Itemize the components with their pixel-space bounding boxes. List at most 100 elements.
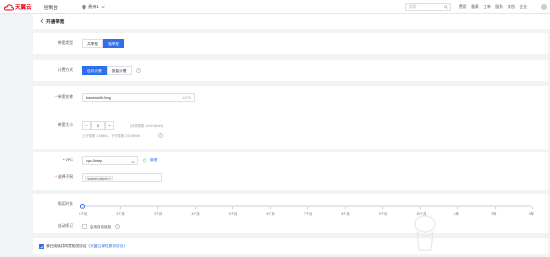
duration-tick-label[interactable]: 8个月	[342, 211, 350, 216]
subnet-tag[interactable]: subnet-shepm ×	[85, 175, 113, 182]
increment-button[interactable]: +	[105, 121, 114, 130]
duration-tick-label[interactable]: 2个月	[117, 211, 125, 216]
avatar[interactable]	[541, 3, 547, 10]
agreement-bar: 我已阅读并同意相关协议《天翼云弹性服务协议》	[33, 237, 548, 254]
duration-tick-label[interactable]: 2年	[492, 211, 497, 216]
duration-tick-mark	[382, 207, 383, 209]
option-dedicated[interactable]: 独享型	[103, 39, 125, 48]
required-mark: *	[55, 95, 57, 99]
duration-tick-label[interactable]: 1个月	[79, 211, 87, 216]
billing-toggle: 包月计费 按量计费	[82, 66, 132, 75]
mascot-watermark-icon	[414, 215, 436, 251]
option-shared[interactable]: 共享型	[82, 39, 104, 48]
name-label-text: 带宽名称	[57, 95, 73, 99]
duration-tick-mark	[157, 207, 158, 209]
vpc-select[interactable]: vpc-0ntep	[82, 156, 138, 165]
section-bandwidth-type: 带宽类型 共享型 独享型	[33, 33, 548, 54]
agreement-link[interactable]: 《天翼云弹性服务协议》	[87, 244, 128, 248]
section-duration: 购买时长 1个月 2个月 3个月 4个月 5个月 6个月 7个月 8个月 9个月 10个月 1年 2年…	[33, 194, 548, 233]
vpc-label: *VPC	[33, 158, 73, 162]
char-counter: 14/74	[182, 96, 191, 100]
section-name-size: *带宽名称 bandwidth-0wg 14/74 带宽大小 − 5 + (可用…	[33, 86, 548, 149]
page-title: 开通带宽	[46, 18, 65, 24]
help-icon[interactable]: ?	[158, 132, 163, 138]
top-link-ticket[interactable]: 工单	[483, 5, 491, 10]
refresh-icon[interactable]	[142, 158, 147, 163]
section-billing: 计费方式 包月计费 按量计费 ?	[33, 60, 548, 81]
svg-text:?: ?	[138, 69, 140, 73]
subnet-label: *选择子网	[33, 175, 73, 180]
bandwidth-type-label: 带宽类型	[57, 41, 73, 45]
duration-tick-mark	[269, 207, 271, 209]
svg-text:?: ?	[160, 133, 162, 137]
option-pay-as-you-go[interactable]: 按量计费	[106, 66, 132, 75]
duration-tick-mark	[119, 207, 121, 209]
region-selector[interactable]: 贵州1	[82, 4, 105, 10]
manage-vpc-link[interactable]: 管理	[150, 158, 157, 163]
bandwidth-stepper: − 5 +	[82, 121, 114, 130]
chevron-down-icon	[100, 5, 105, 9]
top-link-service[interactable]: 服务	[495, 5, 503, 10]
subnet-tag-text: subnet-shepm ×	[87, 176, 111, 181]
duration-tick-label[interactable]: 5个月	[229, 211, 237, 216]
top-links: 费用 备案 工单 服务 文档 企业	[459, 5, 527, 10]
required-mark: *	[62, 158, 65, 162]
top-link-record[interactable]: 备案	[471, 5, 479, 10]
duration-tick-mark	[457, 207, 458, 209]
search-input[interactable]: 搜索	[405, 2, 451, 11]
logo-text: 天翼云	[15, 5, 32, 11]
help-icon[interactable]: ?	[115, 224, 120, 229]
top-link-enterprise[interactable]: 企业	[519, 5, 527, 10]
subnet-select[interactable]: subnet-shepm ×	[82, 173, 162, 182]
agreement-checkbox[interactable]	[39, 243, 44, 249]
bandwidth-name-value: bandwidth-0wg	[86, 96, 111, 100]
agreement-label: 我已阅读并同意相关协议	[46, 243, 87, 248]
size-label: 带宽大小	[57, 123, 73, 127]
top-link-fee[interactable]: 费用	[459, 5, 467, 10]
location-pin-icon	[82, 4, 86, 10]
duration-tick-label[interactable]: 3年	[529, 211, 534, 216]
billing-label: 计费方式	[57, 68, 73, 72]
duration-tick-label[interactable]: 9个月	[379, 211, 387, 216]
nav-console[interactable]: 控制台	[44, 5, 58, 11]
duration-tick-mark	[194, 207, 196, 209]
auto-renew-label: 自动续订	[57, 224, 73, 228]
subnet-label-text: 选择子网	[57, 175, 73, 179]
back-arrow-icon[interactable]	[40, 18, 44, 24]
search-placeholder: 搜索	[409, 5, 417, 9]
duration-tick-label[interactable]: 1年	[454, 211, 459, 216]
check-icon	[40, 245, 44, 248]
cloud-logo-icon	[4, 3, 14, 10]
bandwidth-unit-hint: (可用带宽 1040 Mbit/s)	[130, 124, 164, 128]
name-label: *带宽名称	[33, 95, 73, 100]
auto-renew-checkbox[interactable]	[82, 224, 87, 229]
bandwidth-type-toggle: 共享型 独享型	[82, 39, 125, 48]
duration-tick-mark	[419, 207, 421, 209]
region-label: 贵州1	[88, 4, 99, 9]
bandwidth-name-input[interactable]: bandwidth-0wg 14/74	[82, 93, 195, 102]
search-icon[interactable]	[444, 5, 448, 9]
agreement-text: 我已阅读并同意相关协议《天翼云弹性服务协议》	[46, 244, 127, 249]
duration-label: 购买时长	[57, 202, 73, 206]
duration-tick-label[interactable]: 3个月	[154, 211, 162, 216]
duration-tick-label[interactable]: 7个月	[304, 211, 312, 216]
chevron-down-icon	[131, 160, 135, 163]
duration-tick-mark	[232, 207, 233, 209]
auto-renew-option: 启用自动续费	[90, 224, 111, 229]
duration-tick-mark	[82, 207, 83, 209]
option-monthly[interactable]: 包月计费	[82, 66, 107, 75]
top-link-docs[interactable]: 文档	[507, 5, 515, 10]
vpc-label-text: VPC	[65, 158, 73, 162]
required-mark: *	[55, 175, 57, 179]
section-network: *VPC vpc-0ntep 管理 *选择子网 subnet-shepm ×	[33, 152, 548, 190]
help-icon[interactable]: ?	[136, 68, 141, 73]
duration-tick-mark	[307, 207, 308, 209]
bandwidth-value[interactable]: 5	[91, 121, 105, 130]
duration-tick-label[interactable]: 6个月	[267, 211, 275, 216]
logo[interactable]: 天翼云	[4, 3, 32, 11]
page-header: 开通带宽	[33, 14, 550, 29]
vpc-value: vpc-0ntep	[86, 159, 103, 163]
duration-tick-label[interactable]: 4个月	[192, 211, 200, 216]
bandwidth-range-hint: 上行带宽 1 Mbit/s，下行带宽 240 Mbit/s	[82, 134, 141, 138]
decrement-button[interactable]: −	[82, 121, 91, 130]
